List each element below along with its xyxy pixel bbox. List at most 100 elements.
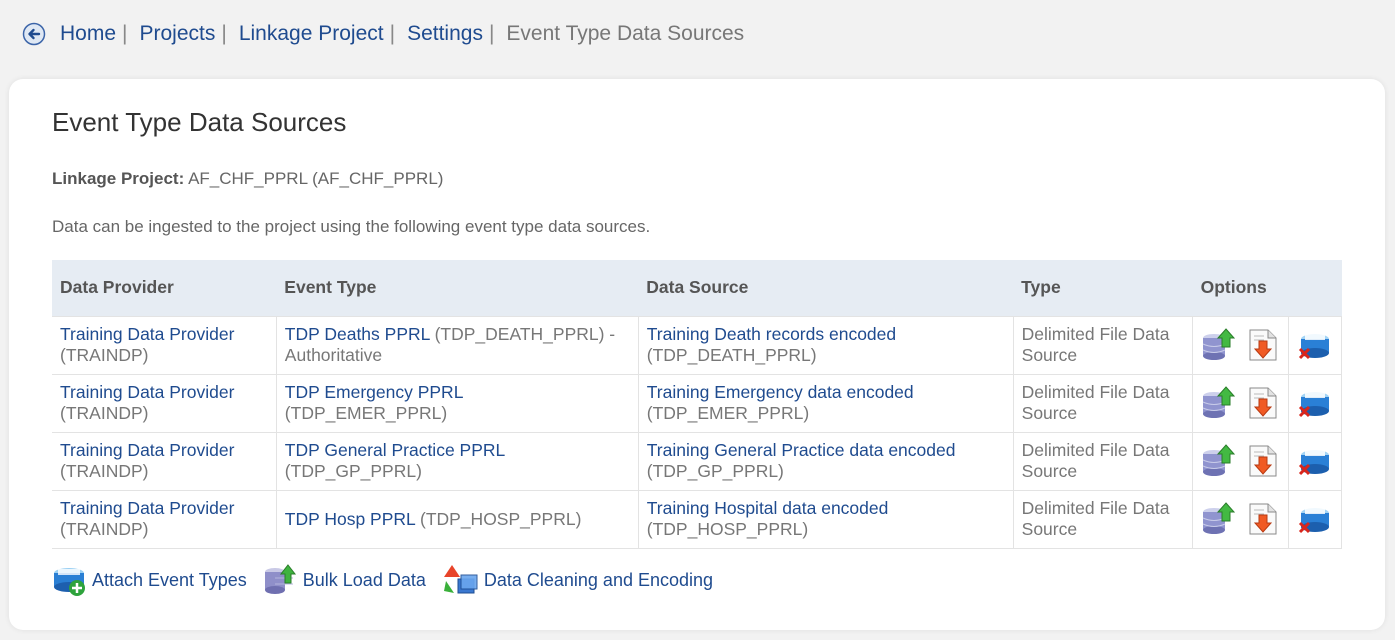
- cell-type: Delimited File Data Source: [1012, 373, 1194, 433]
- provider-code: (TRAINDP): [60, 519, 149, 539]
- database-remove-icon[interactable]: [1297, 386, 1331, 420]
- header-data-source: Data Source: [638, 260, 1014, 316]
- table-row: Training Data Provider (TRAINDP) TDP Hos…: [52, 489, 1342, 549]
- table-row: Training Data Provider (TRAINDP) TDP Dea…: [52, 315, 1342, 375]
- cell-options: [1192, 373, 1289, 433]
- breadcrumb-linkage-project[interactable]: Linkage Project: [239, 22, 384, 46]
- breadcrumb-projects[interactable]: Projects: [140, 22, 216, 46]
- data-cleaning-encoding-button[interactable]: Data Cleaning and Encoding: [442, 563, 713, 597]
- cell-event-type: TDP Deaths PPRL (TDP_DEATH_PPRL) - Autho…: [275, 315, 639, 375]
- data-sources-table: Data Provider Event Type Data Source Typ…: [52, 260, 1342, 549]
- data-cleaning-icon: [443, 565, 478, 594]
- cell-data-provider: Training Data Provider (TRAINDP): [52, 315, 277, 375]
- provider-link[interactable]: Training Data Provider: [60, 382, 234, 402]
- cell-remove: [1288, 315, 1342, 375]
- cell-type: Delimited File Data Source: [1012, 315, 1194, 375]
- database-upload-icon[interactable]: [1201, 386, 1236, 420]
- breadcrumb-home[interactable]: Home: [60, 22, 116, 46]
- cell-type: Delimited File Data Source: [1012, 431, 1194, 491]
- breadcrumb-separator: |: [122, 22, 128, 45]
- provider-code: (TRAINDP): [60, 461, 149, 481]
- bulk-load-data-button[interactable]: Bulk Load Data: [263, 563, 426, 597]
- event-type-link[interactable]: TDP Deaths PPRL: [285, 324, 430, 344]
- database-upload-icon[interactable]: [1201, 328, 1236, 362]
- data-source-link[interactable]: Training Hospital data encoded: [647, 498, 889, 518]
- data-source-code: (TDP_DEATH_PPRL): [646, 345, 817, 365]
- provider-link[interactable]: Training Data Provider: [60, 324, 234, 344]
- table-row: Training Data Provider (TRAINDP) TDP Eme…: [52, 373, 1342, 433]
- bulk-load-icon: [264, 564, 296, 594]
- cell-event-type: TDP Emergency PPRL (TDP_EMER_PPRL): [275, 373, 639, 433]
- intro-text: Data can be ingested to the project usin…: [52, 217, 651, 236]
- event-type-note: Authoritative: [284, 345, 383, 365]
- type-line-1: Delimited File Data: [1021, 324, 1170, 344]
- cell-remove: [1288, 431, 1342, 491]
- cell-data-provider: Training Data Provider (TRAINDP): [52, 431, 277, 491]
- provider-code: (TRAINDP): [60, 345, 149, 365]
- data-source-code: (TDP_HOSP_PPRL): [646, 519, 809, 539]
- breadcrumb-settings[interactable]: Settings: [407, 22, 483, 46]
- type-line-2: Source: [1021, 461, 1078, 481]
- document-download-icon[interactable]: [1246, 386, 1280, 420]
- attach-event-types-label: Attach Event Types: [92, 569, 247, 590]
- cell-event-type: TDP Hosp PPRL (TDP_HOSP_PPRL): [275, 489, 639, 549]
- cell-data-source: Training Hospital data encoded (TDP_HOSP…: [637, 489, 1014, 549]
- data-source-link[interactable]: Training General Practice data encoded: [647, 440, 956, 460]
- provider-link[interactable]: Training Data Provider: [60, 440, 234, 460]
- header-options: Options: [1192, 260, 1342, 316]
- bulk-load-data-label: Bulk Load Data: [302, 569, 426, 590]
- document-download-icon[interactable]: [1246, 502, 1280, 536]
- project-value: AF_CHF_PPRL (AF_CHF_PPRL): [188, 169, 444, 188]
- project-label: Linkage Project:: [52, 169, 185, 188]
- provider-link[interactable]: Training Data Provider: [60, 498, 234, 518]
- event-type-code: (TDP_HOSP_PPRL): [420, 508, 582, 529]
- document-download-icon[interactable]: [1246, 444, 1280, 478]
- event-type-code: (TDP_DEATH_PPRL) -: [434, 324, 616, 344]
- cell-remove: [1288, 489, 1342, 549]
- cell-options: [1192, 315, 1289, 375]
- event-type-link[interactable]: TDP Emergency PPRL: [285, 382, 463, 402]
- cell-type: Delimited File Data Source: [1012, 489, 1194, 549]
- event-type-link[interactable]: TDP Hosp PPRL: [285, 509, 415, 529]
- header-data-provider: Data Provider: [52, 260, 277, 316]
- cell-data-source: Training Death records encoded (TDP_DEAT…: [637, 315, 1014, 375]
- database-upload-icon[interactable]: [1201, 502, 1236, 536]
- breadcrumb-separator: |: [389, 22, 396, 45]
- database-remove-icon[interactable]: [1297, 444, 1331, 478]
- type-line-2: Source: [1021, 403, 1078, 423]
- cell-data-source: Training Emergency data encoded (TDP_EME…: [637, 373, 1014, 433]
- breadcrumb-current: Event Type Data Sources: [506, 22, 745, 45]
- table-header-row: Data Provider Event Type Data Source Typ…: [52, 260, 1342, 316]
- header-event-type: Event Type: [276, 260, 639, 316]
- breadcrumb: Home | Projects | Linkage Project | Sett…: [22, 18, 744, 50]
- cell-data-provider: Training Data Provider (TRAINDP): [52, 373, 277, 433]
- back-arrow-icon[interactable]: [22, 22, 46, 46]
- data-source-code: (TDP_EMER_PPRL): [646, 403, 810, 423]
- data-cleaning-encoding-label: Data Cleaning and Encoding: [483, 569, 714, 590]
- document-download-icon[interactable]: [1246, 328, 1280, 362]
- content-card: Event Type Data Sources Linkage Project:…: [9, 79, 1385, 630]
- cell-data-provider: Training Data Provider (TRAINDP): [52, 489, 277, 549]
- project-info: Linkage Project: AF_CHF_PPRL (AF_CHF_PPR…: [52, 169, 443, 189]
- cell-data-source: Training General Practice data encoded (…: [637, 431, 1014, 491]
- database-upload-icon[interactable]: [1201, 444, 1236, 478]
- data-source-code: (TDP_GP_PPRL): [646, 461, 784, 481]
- breadcrumb-separator: |: [488, 22, 495, 45]
- cell-options: [1192, 431, 1289, 491]
- cell-event-type: TDP General Practice PPRL (TDP_GP_PPRL): [275, 431, 639, 491]
- event-type-code: (TDP_GP_PPRL): [284, 461, 422, 481]
- event-type-link[interactable]: TDP General Practice PPRL: [285, 440, 505, 460]
- type-line-1: Delimited File Data: [1021, 382, 1170, 402]
- database-remove-icon[interactable]: [1297, 328, 1331, 362]
- attach-event-types-button[interactable]: Attach Event Types: [52, 563, 247, 597]
- provider-code: (TRAINDP): [60, 403, 149, 423]
- type-line-2: Source: [1021, 345, 1078, 365]
- database-remove-icon[interactable]: [1297, 502, 1331, 536]
- breadcrumb-separator: |: [221, 22, 227, 45]
- cell-options: [1192, 489, 1289, 549]
- data-source-link[interactable]: Training Death records encoded: [647, 324, 896, 344]
- cell-remove: [1288, 373, 1342, 433]
- page-title: Event Type Data Sources: [52, 107, 347, 137]
- data-source-link[interactable]: Training Emergency data encoded: [647, 382, 914, 402]
- event-type-code: (TDP_EMER_PPRL): [284, 403, 448, 423]
